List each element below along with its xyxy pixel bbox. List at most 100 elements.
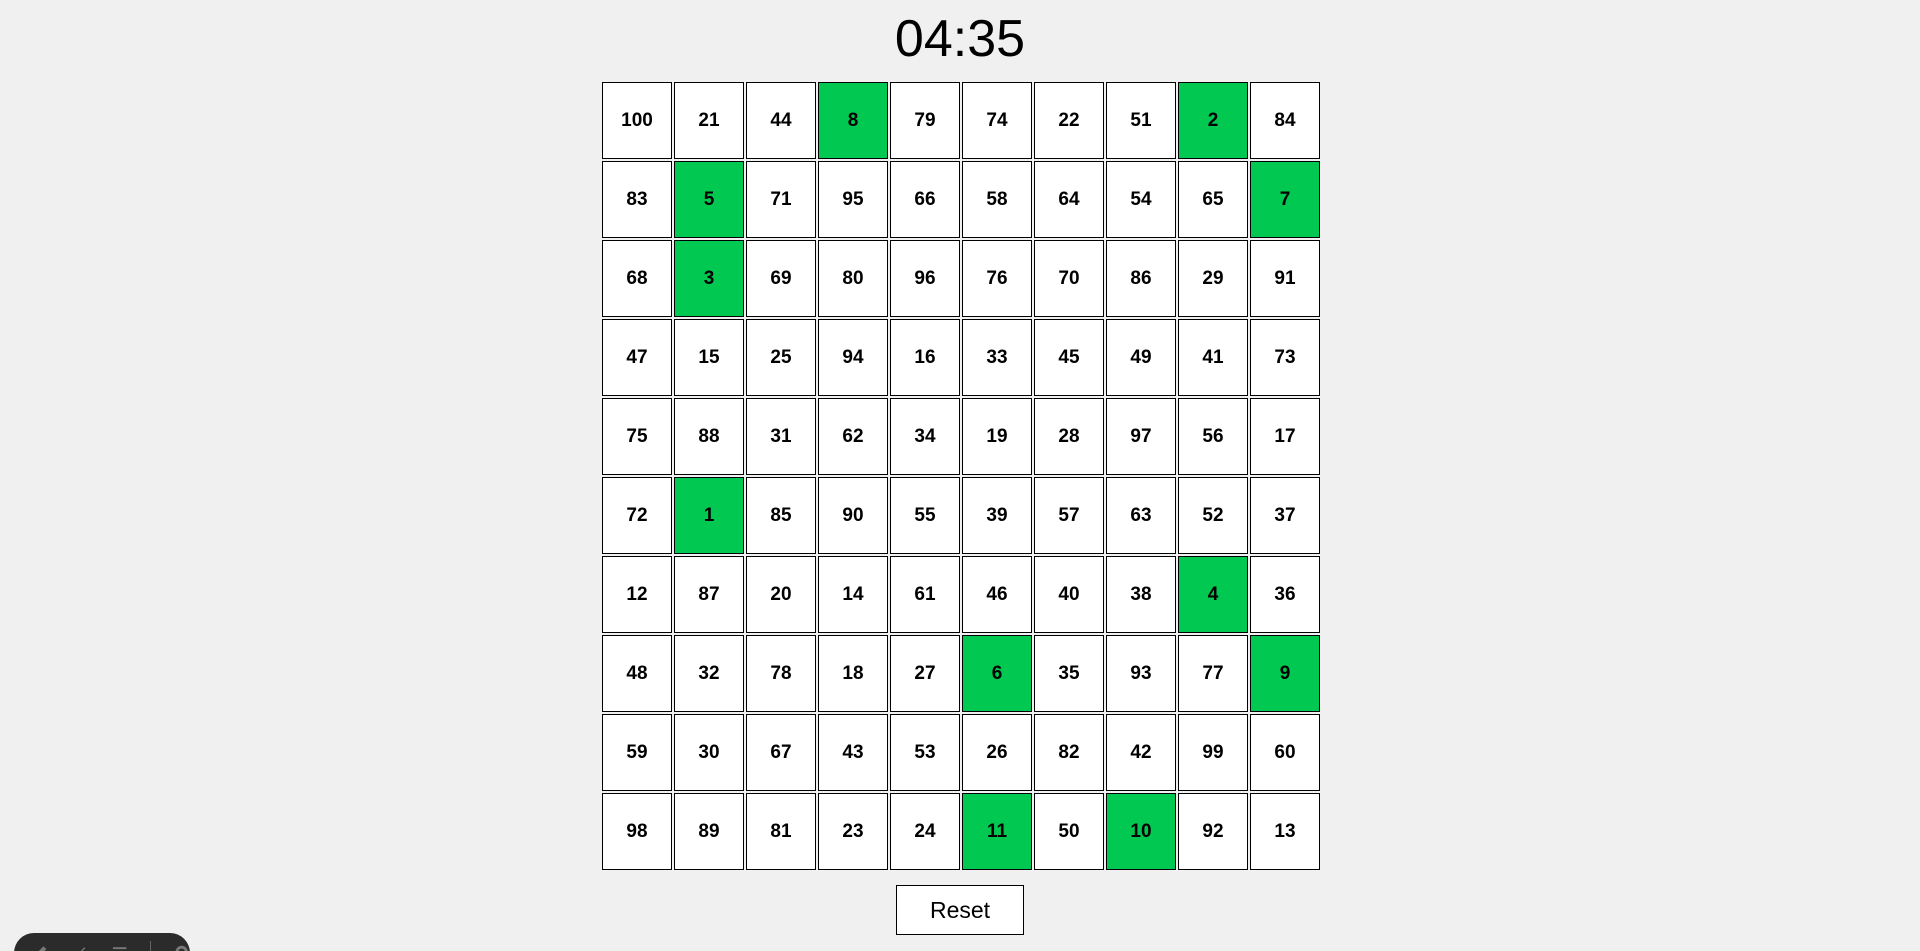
grid-cell[interactable]: 91: [1250, 240, 1320, 317]
grid-cell[interactable]: 24: [890, 793, 960, 870]
grid-cell[interactable]: 78: [746, 635, 816, 712]
grid-cell[interactable]: 67: [746, 714, 816, 791]
grid-cell[interactable]: 9: [1250, 635, 1320, 712]
grid-cell[interactable]: 49: [1106, 319, 1176, 396]
grid-cell[interactable]: 1: [674, 477, 744, 554]
settings-icon[interactable]: [173, 943, 190, 951]
grid-cell[interactable]: 71: [746, 161, 816, 238]
grid-cell[interactable]: 17: [1250, 398, 1320, 475]
grid-cell[interactable]: 48: [602, 635, 672, 712]
grid-cell[interactable]: 42: [1106, 714, 1176, 791]
grid-cell[interactable]: 100: [602, 82, 672, 159]
grid-cell[interactable]: 44: [746, 82, 816, 159]
grid-cell[interactable]: 72: [602, 477, 672, 554]
grid-cell[interactable]: 47: [602, 319, 672, 396]
grid-cell[interactable]: 33: [962, 319, 1032, 396]
grid-cell[interactable]: 64: [1034, 161, 1104, 238]
grid-cell[interactable]: 43: [818, 714, 888, 791]
grid-cell[interactable]: 86: [1106, 240, 1176, 317]
grid-cell[interactable]: 57: [1034, 477, 1104, 554]
grid-cell[interactable]: 97: [1106, 398, 1176, 475]
grid-cell[interactable]: 25: [746, 319, 816, 396]
grid-cell[interactable]: 37: [1250, 477, 1320, 554]
grid-cell[interactable]: 73: [1250, 319, 1320, 396]
grid-cell[interactable]: 3: [674, 240, 744, 317]
grid-cell[interactable]: 61: [890, 556, 960, 633]
grid-cell[interactable]: 62: [818, 398, 888, 475]
grid-cell[interactable]: 87: [674, 556, 744, 633]
grid-cell[interactable]: 29: [1178, 240, 1248, 317]
grid-cell[interactable]: 21: [674, 82, 744, 159]
grid-cell[interactable]: 59: [602, 714, 672, 791]
grid-cell[interactable]: 77: [1178, 635, 1248, 712]
grid-cell[interactable]: 75: [602, 398, 672, 475]
grid-cell[interactable]: 31: [746, 398, 816, 475]
grid-cell[interactable]: 99: [1178, 714, 1248, 791]
grid-cell[interactable]: 10: [1106, 793, 1176, 870]
grid-cell[interactable]: 5: [674, 161, 744, 238]
grid-cell[interactable]: 85: [746, 477, 816, 554]
grid-cell[interactable]: 34: [890, 398, 960, 475]
reset-button[interactable]: Reset: [896, 885, 1024, 935]
grid-cell[interactable]: 74: [962, 82, 1032, 159]
grid-cell[interactable]: 60: [1250, 714, 1320, 791]
grid-cell[interactable]: 79: [890, 82, 960, 159]
grid-cell[interactable]: 30: [674, 714, 744, 791]
grid-cell[interactable]: 22: [1034, 82, 1104, 159]
grid-cell[interactable]: 56: [1178, 398, 1248, 475]
grid-cell[interactable]: 70: [1034, 240, 1104, 317]
grid-cell[interactable]: 50: [1034, 793, 1104, 870]
grid-cell[interactable]: 11: [962, 793, 1032, 870]
grid-cell[interactable]: 58: [962, 161, 1032, 238]
grid-cell[interactable]: 95: [818, 161, 888, 238]
grid-cell[interactable]: 82: [1034, 714, 1104, 791]
grid-cell[interactable]: 27: [890, 635, 960, 712]
grid-cell[interactable]: 19: [962, 398, 1032, 475]
grid-cell[interactable]: 26: [962, 714, 1032, 791]
grid-cell[interactable]: 68: [602, 240, 672, 317]
pen-icon[interactable]: [32, 943, 49, 951]
grid-cell[interactable]: 80: [818, 240, 888, 317]
grid-cell[interactable]: 92: [1178, 793, 1248, 870]
grid-cell[interactable]: 4: [1178, 556, 1248, 633]
brush-icon[interactable]: [71, 943, 88, 951]
grid-cell[interactable]: 53: [890, 714, 960, 791]
grid-cell[interactable]: 76: [962, 240, 1032, 317]
grid-cell[interactable]: 2: [1178, 82, 1248, 159]
grid-cell[interactable]: 65: [1178, 161, 1248, 238]
grid-cell[interactable]: 7: [1250, 161, 1320, 238]
grid-cell[interactable]: 20: [746, 556, 816, 633]
grid-cell[interactable]: 94: [818, 319, 888, 396]
grid-cell[interactable]: 83: [602, 161, 672, 238]
grid-cell[interactable]: 13: [1250, 793, 1320, 870]
grid-cell[interactable]: 8: [818, 82, 888, 159]
grid-cell[interactable]: 51: [1106, 82, 1176, 159]
grid-cell[interactable]: 88: [674, 398, 744, 475]
grid-cell[interactable]: 52: [1178, 477, 1248, 554]
grid-cell[interactable]: 6: [962, 635, 1032, 712]
grid-cell[interactable]: 66: [890, 161, 960, 238]
grid-cell[interactable]: 45: [1034, 319, 1104, 396]
grid-cell[interactable]: 96: [890, 240, 960, 317]
grid-cell[interactable]: 15: [674, 319, 744, 396]
grid-cell[interactable]: 98: [602, 793, 672, 870]
grid-cell[interactable]: 93: [1106, 635, 1176, 712]
grid-cell[interactable]: 12: [602, 556, 672, 633]
grid-cell[interactable]: 39: [962, 477, 1032, 554]
grid-cell[interactable]: 55: [890, 477, 960, 554]
grid-cell[interactable]: 81: [746, 793, 816, 870]
grid-cell[interactable]: 54: [1106, 161, 1176, 238]
grid-cell[interactable]: 40: [1034, 556, 1104, 633]
grid-cell[interactable]: 84: [1250, 82, 1320, 159]
grid-cell[interactable]: 36: [1250, 556, 1320, 633]
grid-cell[interactable]: 14: [818, 556, 888, 633]
grid-cell[interactable]: 35: [1034, 635, 1104, 712]
grid-cell[interactable]: 38: [1106, 556, 1176, 633]
grid-cell[interactable]: 41: [1178, 319, 1248, 396]
grid-cell[interactable]: 18: [818, 635, 888, 712]
grid-cell[interactable]: 63: [1106, 477, 1176, 554]
grid-cell[interactable]: 23: [818, 793, 888, 870]
grid-cell[interactable]: 28: [1034, 398, 1104, 475]
grid-cell[interactable]: 90: [818, 477, 888, 554]
grid-cell[interactable]: 32: [674, 635, 744, 712]
